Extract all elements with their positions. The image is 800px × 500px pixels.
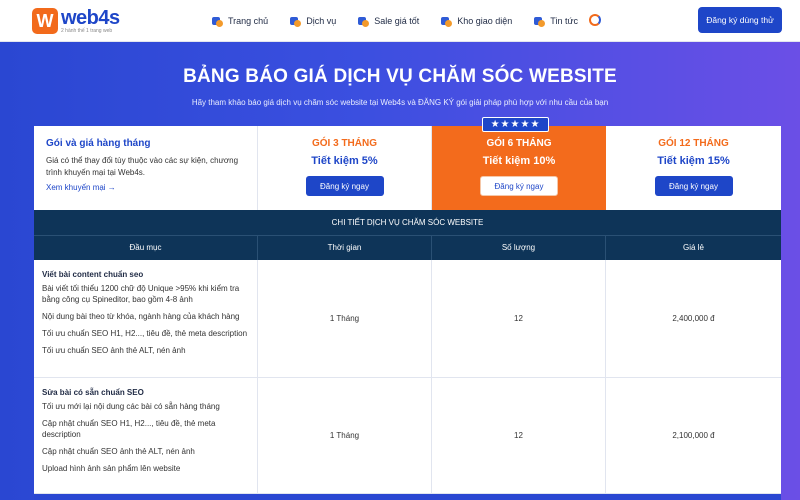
plan-name: GÓI 12 THÁNG xyxy=(658,138,729,149)
plans-intro: Gói và giá hàng tháng Giá có thể thay đổ… xyxy=(34,126,258,210)
row-line: Nội dung bài theo từ khóa, ngành hàng củ… xyxy=(42,312,240,321)
row-quantity: 12 xyxy=(432,378,606,493)
logo-text: web4s 2 hành thế 1 trang web xyxy=(61,8,120,34)
plan-3-months: GÓI 3 THÁNG Tiết kiệm 5% Đăng ký ngay xyxy=(258,126,432,210)
nav-item-label: Tin tức xyxy=(550,16,578,26)
nav-item-news[interactable]: Tin tức xyxy=(534,16,578,27)
column-header: Số lượng xyxy=(432,236,606,260)
nav-item-label: Trang chủ xyxy=(228,16,269,26)
page-title: BẢNG BÁO GIÁ DỊCH VỤ CHĂM SÓC WEBSITE xyxy=(183,66,617,87)
register-3-months-button[interactable]: Đăng ký ngay xyxy=(305,176,384,196)
row-title: Viết bài content chuẩn seo xyxy=(42,270,144,279)
table-header: Đầu mục Thời gian Số lượng Giá lẻ xyxy=(34,235,781,260)
view-promotions-link[interactable]: Xem khuyến mại → xyxy=(46,183,245,192)
history-icon[interactable] xyxy=(589,14,601,26)
row-description: Sửa bài có sẵn chuẩn SEO Tối ưu mới lại … xyxy=(34,378,258,493)
row-line: Tối ưu chuẩn SEO ảnh thẻ ALT, nén ảnh xyxy=(42,346,186,355)
table-row: Viết bài content chuẩn seo Bài viết tối … xyxy=(34,260,781,378)
trial-signup-button[interactable]: Đăng ký dùng thử xyxy=(698,7,782,33)
services-icon xyxy=(290,16,302,27)
sale-icon xyxy=(358,16,370,27)
nav-item-sale[interactable]: Sale giá tốt xyxy=(358,16,419,27)
pricing-table: Gói và giá hàng tháng Giá có thể thay đổ… xyxy=(34,126,781,500)
logo-badge: W xyxy=(32,8,58,34)
site-header: W web4s 2 hành thế 1 trang web Trang chủ… xyxy=(0,0,800,42)
nav-item-home[interactable]: Trang chủ xyxy=(212,16,268,27)
column-header: Thời gian xyxy=(258,236,432,260)
row-description: Viết bài content chuẩn seo Bài viết tối … xyxy=(34,260,258,377)
page-subtitle: Hãy tham khảo báo giá dịch vụ chăm sóc w… xyxy=(191,98,609,107)
register-12-months-button[interactable]: Đăng ký ngay xyxy=(654,176,733,196)
nav-item-services[interactable]: Dịch vụ xyxy=(290,16,336,27)
plans-intro-desc: Giá có thể thay đổi tùy thuộc vào các sự… xyxy=(46,156,239,177)
row-line: Cập nhật chuẩn SEO H1, H2..., tiêu đề, t… xyxy=(42,419,216,439)
row-line: Upload hình ảnh sản phẩm lên website xyxy=(42,464,181,473)
row-price: 2,400,000 đ xyxy=(672,314,715,323)
plan-saving: Tiết kiệm 15% xyxy=(657,155,730,167)
main-nav: Trang chủ Dịch vụ Sale giá tốt Kho giao … xyxy=(212,0,600,42)
column-header: Đầu mục xyxy=(34,236,258,260)
row-price: 2,100,000 đ xyxy=(672,431,715,440)
plan-saving: Tiết kiệm 10% xyxy=(482,155,556,167)
details-title: CHI TIẾT DỊCH VỤ CHĂM SÓC WEBSITE xyxy=(34,210,781,235)
table-row: Sửa bài có sẵn chuẩn SEO Tối ưu mới lại … xyxy=(34,378,781,494)
row-line: Cập nhật chuẩn SEO ảnh thẻ ALT, nén ảnh xyxy=(42,447,195,456)
home-icon xyxy=(212,16,223,27)
row-time: 1 Tháng xyxy=(258,260,432,377)
plan-12-months: GÓI 12 THÁNG Tiết kiệm 15% Đăng ký ngay xyxy=(606,126,781,210)
logo-slogan: 2 hành thế 1 trang web xyxy=(61,28,113,34)
news-icon xyxy=(534,16,546,27)
next-section-header xyxy=(34,494,781,500)
themes-icon xyxy=(441,16,453,27)
plans-intro-title: Gói và giá hàng tháng xyxy=(46,138,151,149)
row-quantity: 12 xyxy=(432,260,606,377)
nav-item-themes[interactable]: Kho giao diện xyxy=(441,16,512,27)
star-rating-badge: ★★★★★ xyxy=(482,117,549,132)
plan-name: GÓI 6 THÁNG xyxy=(486,138,552,149)
row-title: Sửa bài có sẵn chuẩn SEO xyxy=(42,388,144,397)
nav-item-label: Sale giá tốt xyxy=(374,16,420,26)
row-time: 1 Tháng xyxy=(258,378,432,493)
register-6-months-button[interactable]: Đăng ký ngay xyxy=(480,176,558,196)
nav-item-label: Dịch vụ xyxy=(306,16,337,26)
plan-6-months: GÓI 6 THÁNG Tiết kiệm 10% Đăng ký ngay xyxy=(432,126,606,210)
plan-name: GÓI 3 THÁNG xyxy=(311,138,377,149)
plan-saving: Tiết kiệm 5% xyxy=(311,155,378,167)
row-line: Bài viết tối thiểu 1200 chữ độ Unique >9… xyxy=(42,284,240,304)
row-line: Tối ưu mới lại nội dung các bài có sẵn h… xyxy=(42,402,220,411)
row-line: Tối ưu chuẩn SEO H1, H2..., tiêu đề, thẻ… xyxy=(42,329,248,338)
plans-row: Gói và giá hàng tháng Giá có thể thay đổ… xyxy=(34,126,781,210)
column-header: Giá lẻ xyxy=(683,243,704,252)
logo[interactable]: W web4s 2 hành thế 1 trang web xyxy=(32,7,120,35)
logo-name: web4s xyxy=(61,7,120,29)
nav-item-label: Kho giao diện xyxy=(457,16,513,26)
